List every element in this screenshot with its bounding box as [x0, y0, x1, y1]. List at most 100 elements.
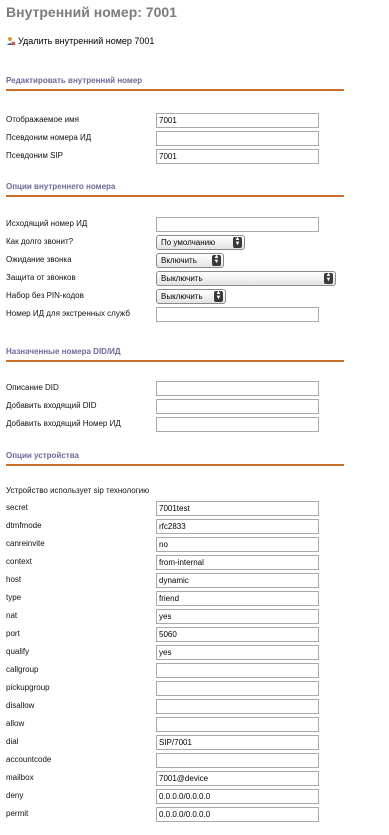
section-title-edit: Редактировать внутренний номер: [6, 76, 143, 85]
field-sip-alias: Псевдоним SIP: [6, 149, 336, 164]
callgroup-input[interactable]: [156, 663, 319, 678]
field-call-waiting: Ожидание звонка Включить ▲ ▼: [6, 253, 336, 268]
device-field-permit: permit: [6, 807, 336, 822]
section-title-options: Опции внутреннего номера: [6, 182, 116, 191]
display-name-input[interactable]: [156, 113, 319, 128]
field-label: Псевдоним номера ИД: [6, 133, 92, 142]
device-field-nat: nat: [6, 609, 336, 624]
device-field-host: host: [6, 573, 336, 588]
field-label: host: [6, 575, 22, 584]
field-label: dtmfmode: [6, 521, 42, 530]
device-field-allow: allow: [6, 717, 336, 732]
did-description-input[interactable]: [156, 381, 319, 396]
field-label: Добавить входящий DID: [6, 401, 97, 410]
field-label: allow: [6, 719, 25, 728]
field-add-inbound-did: Добавить входящий DID: [6, 399, 336, 414]
deny-input[interactable]: [156, 789, 319, 804]
secret-input[interactable]: [156, 501, 319, 516]
mailbox-input[interactable]: [156, 771, 319, 786]
delete-extension-link[interactable]: Удалить внутренний номер 7001: [6, 36, 154, 46]
sip-alias-input[interactable]: [156, 149, 319, 164]
device-field-type: type: [6, 591, 336, 606]
field-label: deny: [6, 791, 24, 800]
select-arrows-icon: ▲ ▼: [324, 272, 333, 284]
field-label: Ожидание звонка: [6, 255, 72, 264]
field-label: Отображаемое имя: [6, 115, 79, 124]
host-input[interactable]: [156, 573, 319, 588]
device-field-dial: dial: [6, 735, 336, 750]
disallow-input[interactable]: [156, 699, 319, 714]
field-label: type: [6, 593, 22, 602]
field-call-screening: Защита от звонков Выключить ▲ ▼: [6, 271, 336, 286]
device-field-canreinvite: canreinvite: [6, 537, 336, 552]
select-value: Выключить: [161, 292, 203, 301]
select-value: По умолчанию: [161, 238, 216, 247]
field-label: accountcode: [6, 755, 52, 764]
device-field-qualify: qualify: [6, 645, 336, 660]
ring-time-select[interactable]: По умолчанию ▲ ▼: [156, 235, 245, 250]
field-emergency-cid: Номер ИД для экстренных служб: [6, 307, 336, 322]
select-value: Выключить: [161, 274, 203, 283]
field-label: Как долго звонит?: [6, 237, 74, 246]
pinless-select[interactable]: Выключить ▲ ▼: [156, 289, 226, 304]
select-arrows-icon: ▲ ▼: [212, 254, 221, 266]
field-cid-alias: Псевдоним номера ИД: [6, 131, 336, 146]
page-title: Внутренний номер: 7001: [6, 4, 177, 20]
field-pinless: Набор без PIN-кодов Выключить ▲ ▼: [6, 289, 336, 304]
field-label: Набор без PIN-кодов: [6, 291, 84, 300]
cid-alias-input[interactable]: [156, 131, 319, 146]
field-label: callgroup: [6, 665, 39, 674]
accountcode-input[interactable]: [156, 753, 319, 768]
device-field-callgroup: callgroup: [6, 663, 336, 678]
emergency-cid-input[interactable]: [156, 307, 319, 322]
device-field-secret: secret: [6, 501, 336, 516]
field-label: Исходящий номер ИД: [6, 219, 88, 228]
dtmfmode-input[interactable]: [156, 519, 319, 534]
section-title-device: Опции устройства: [6, 451, 79, 460]
dial-input[interactable]: [156, 735, 319, 750]
device-field-accountcode: accountcode: [6, 753, 336, 768]
device-field-port: port: [6, 627, 336, 642]
section-title-did: Назначенные номера DID/ИД: [6, 347, 121, 356]
device-field-dtmfmode: dtmfmode: [6, 519, 336, 534]
canreinvite-input[interactable]: [156, 537, 319, 552]
outbound-cid-input[interactable]: [156, 217, 319, 232]
call-waiting-select[interactable]: Включить ▲ ▼: [156, 253, 224, 268]
port-input[interactable]: [156, 627, 319, 642]
field-label: secret: [6, 503, 28, 512]
field-label: Описание DID: [6, 383, 59, 392]
nat-input[interactable]: [156, 609, 319, 624]
field-label: canreinvite: [6, 539, 45, 548]
section-divider: [6, 89, 344, 91]
device-field-pickupgroup: pickupgroup: [6, 681, 336, 696]
context-input[interactable]: [156, 555, 319, 570]
call-screening-select[interactable]: Выключить ▲ ▼: [156, 271, 336, 286]
section-divider: [6, 195, 344, 197]
add-inbound-did-input[interactable]: [156, 399, 319, 414]
device-tech-note: Устройство использует sip технологию: [6, 486, 150, 495]
field-outbound-cid: Исходящий номер ИД: [6, 217, 336, 232]
type-input[interactable]: [156, 591, 319, 606]
field-label: Добавить входящий Номер ИД: [6, 419, 121, 428]
field-label: Защита от звонков: [6, 273, 76, 282]
field-label: Псевдоним SIP: [6, 151, 63, 160]
select-arrows-icon: ▲ ▼: [233, 236, 242, 248]
select-arrows-icon: ▲ ▼: [214, 290, 223, 302]
device-field-mailbox: mailbox: [6, 771, 336, 786]
qualify-input[interactable]: [156, 645, 319, 660]
field-label: mailbox: [6, 773, 34, 782]
permit-input[interactable]: [156, 807, 319, 822]
pickupgroup-input[interactable]: [156, 681, 319, 696]
field-label: Номер ИД для экстренных служб: [6, 309, 130, 318]
field-label: disallow: [6, 701, 35, 710]
add-inbound-cid-input[interactable]: [156, 417, 319, 432]
field-add-inbound-cid: Добавить входящий Номер ИД: [6, 417, 336, 432]
select-value: Включить: [161, 256, 197, 265]
field-ring-time: Как долго звонит? По умолчанию ▲ ▼: [6, 235, 336, 250]
field-label: nat: [6, 611, 18, 620]
user-delete-icon: [6, 36, 16, 46]
allow-input[interactable]: [156, 717, 319, 732]
section-divider: [6, 464, 344, 466]
delete-extension-label: Удалить внутренний номер 7001: [18, 36, 155, 46]
field-label: port: [6, 629, 20, 638]
